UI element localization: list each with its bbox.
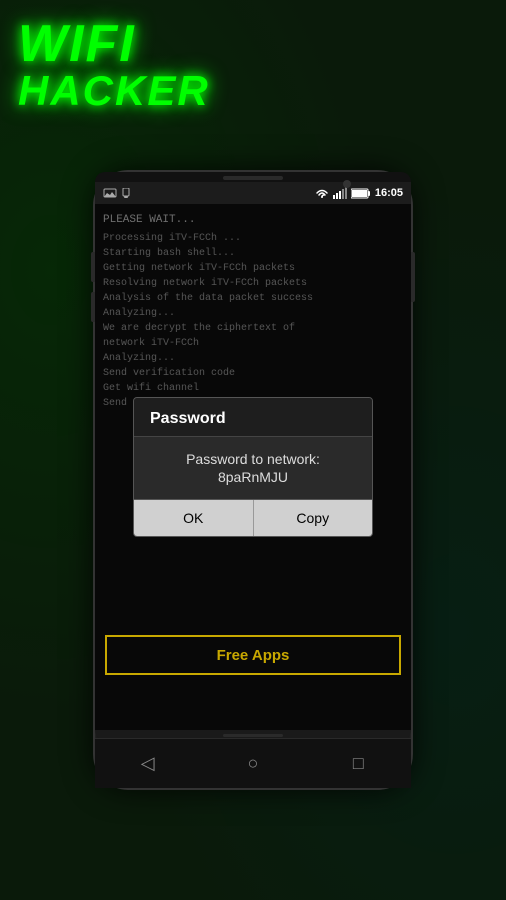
phone-top [95,172,411,182]
time-display: 16:05 [375,187,403,199]
password-dialog: Password Password to network: 8paRnMJU O… [133,397,373,537]
wifi-status-icon [315,187,329,199]
hacker-text: HACKER [18,70,210,112]
phone-device: 16:05 PLEASE WAIT... Processing iTV-FCCh… [93,170,413,790]
phone-screen: PLEASE WAIT... Processing iTV-FCCh ... S… [95,204,411,730]
dialog-button-row: OK Copy [134,499,372,536]
ok-button[interactable]: OK [134,500,254,536]
signal-icon [333,187,347,199]
phone-speaker [223,176,283,180]
back-button[interactable]: ◁ [133,749,163,779]
free-apps-label: Free Apps [217,647,290,664]
status-right-icons: 16:05 [315,187,403,199]
recents-button[interactable]: □ [343,749,373,779]
home-button[interactable]: ○ [238,749,268,779]
phone-navigation: ◁ ○ □ [95,738,411,788]
free-apps-banner[interactable]: Free Apps [105,635,401,675]
battery-icon [351,188,371,199]
dialog-title: Password [134,398,372,437]
wifi-text: WIFI [18,18,210,70]
image-notification-icon [103,188,117,198]
dialog-message: Password to network: 8paRnMJU [186,451,320,485]
phone-bottom-bar [223,734,283,737]
status-left-icons [103,188,131,198]
app-title: WIFI HACKER [18,18,210,112]
power-button [411,252,415,302]
phone-notification-icon [121,188,131,198]
status-bar: 16:05 [95,182,411,204]
copy-button[interactable]: Copy [254,500,373,536]
dialog-body: Password to network: 8paRnMJU [134,437,372,499]
front-camera [343,180,351,188]
